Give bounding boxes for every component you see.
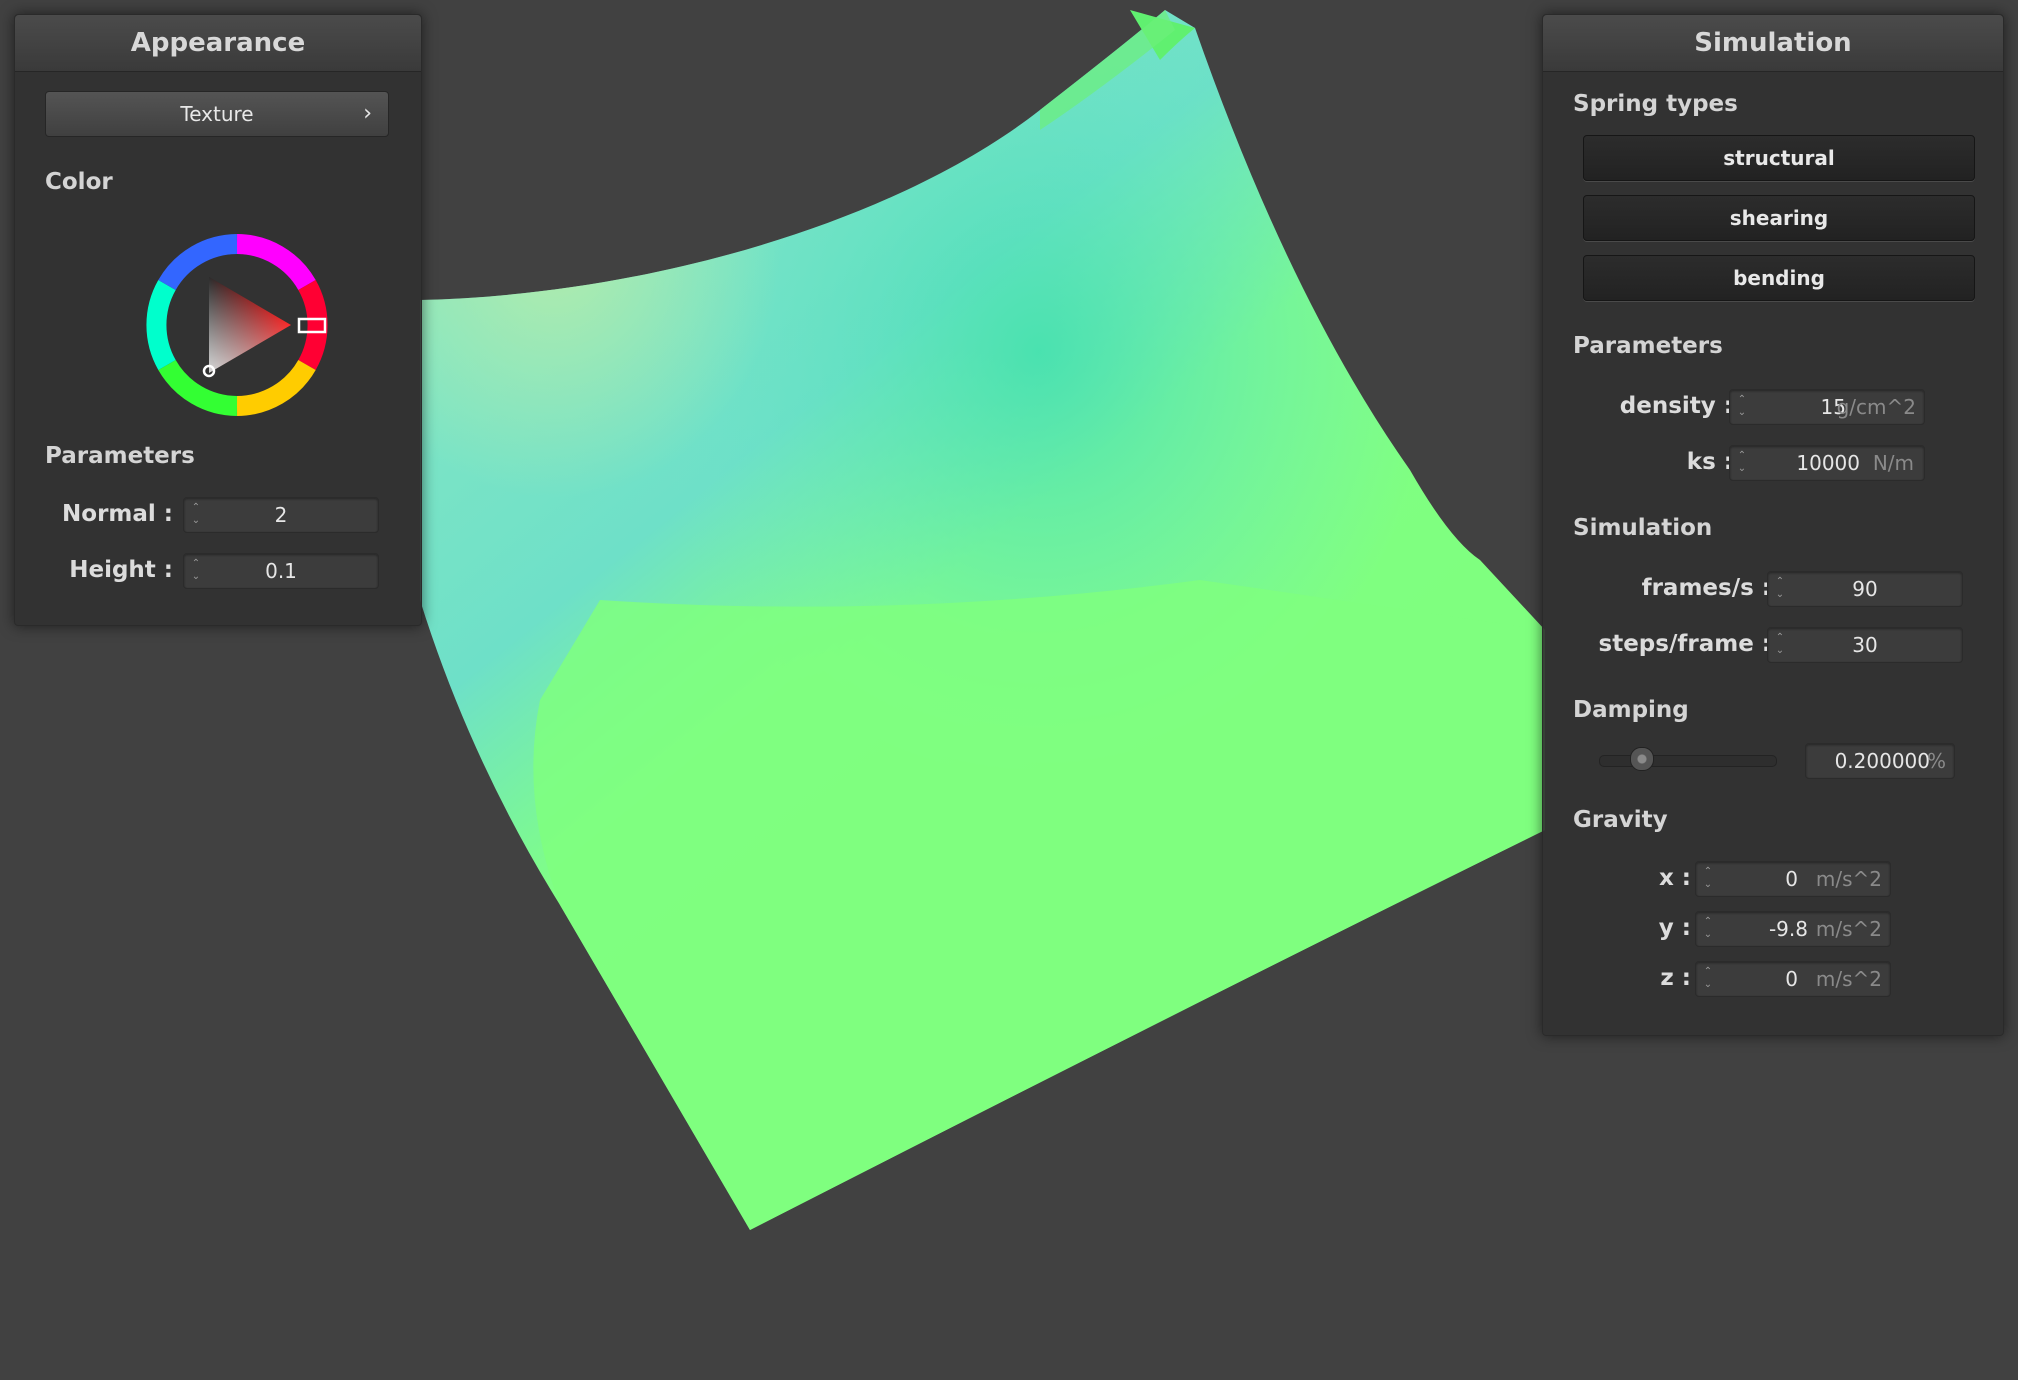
- bending-button[interactable]: bending: [1583, 255, 1975, 301]
- gravity-z-label: z :: [1660, 965, 1691, 991]
- simulation-panel: Simulation Spring types structural shear…: [1542, 14, 2004, 1036]
- ks-unit: N/m: [1872, 451, 1914, 475]
- height-value: 0.1: [265, 559, 297, 583]
- normal-label: Normal :: [62, 501, 173, 527]
- gravity-x-unit: m/s^2: [1815, 867, 1882, 891]
- appearance-panel: Appearance Texture › Color Parameters No…: [14, 14, 422, 626]
- spinner-arrows-icon[interactable]: ⌃ ⌄: [1736, 449, 1748, 477]
- gravity-y-unit: m/s^2: [1815, 917, 1882, 941]
- simulation-section-label: Simulation: [1573, 515, 1713, 541]
- density-unit: g/cm^2: [1836, 395, 1916, 419]
- structural-button[interactable]: structural: [1583, 135, 1975, 181]
- gravity-z-unit: m/s^2: [1815, 967, 1882, 991]
- texture-button-label: Texture: [180, 102, 254, 126]
- chevron-right-icon: ›: [363, 101, 372, 126]
- gravity-y-input[interactable]: ⌃ ⌄ -9.8 m/s^2: [1695, 911, 1891, 947]
- appearance-parameters-label: Parameters: [45, 443, 195, 469]
- color-section-label: Color: [45, 169, 113, 195]
- gravity-x-value: 0: [1785, 867, 1798, 891]
- gravity-x-input[interactable]: ⌃ ⌄ 0 m/s^2: [1695, 861, 1891, 897]
- ks-input[interactable]: ⌃ ⌄ 10000 N/m: [1729, 445, 1925, 481]
- texture-button[interactable]: Texture ›: [45, 91, 389, 137]
- steps-per-frame-label: steps/frame :: [1598, 631, 1771, 657]
- gravity-z-input[interactable]: ⌃ ⌄ 0 m/s^2: [1695, 961, 1891, 997]
- ks-label: ks :: [1686, 449, 1733, 475]
- damping-input[interactable]: 0.200000 %: [1805, 743, 1955, 779]
- spinner-arrows-icon[interactable]: ⌃ ⌄: [1702, 965, 1714, 993]
- appearance-panel-title[interactable]: Appearance: [15, 15, 421, 72]
- gravity-y-value: -9.8: [1768, 917, 1808, 941]
- shearing-button[interactable]: shearing: [1583, 195, 1975, 241]
- gravity-y-label: y :: [1658, 915, 1691, 941]
- spinner-arrows-icon[interactable]: ⌃ ⌄: [1702, 915, 1714, 943]
- simulation-panel-title[interactable]: Simulation: [1543, 15, 2003, 72]
- steps-per-frame-value: 30: [1852, 633, 1878, 657]
- damping-value: 0.200000: [1834, 749, 1930, 773]
- damping-unit: %: [1926, 749, 1946, 773]
- ks-value: 10000: [1796, 451, 1860, 475]
- normal-value: 2: [274, 503, 288, 527]
- gravity-label: Gravity: [1573, 807, 1668, 833]
- spring-types-label: Spring types: [1573, 91, 1738, 117]
- height-input[interactable]: ⌃ ⌄ 0.1: [183, 553, 379, 589]
- frames-per-second-value: 90: [1852, 577, 1878, 601]
- color-wheel[interactable]: [133, 221, 333, 421]
- damping-label: Damping: [1573, 697, 1689, 723]
- gravity-z-value: 0: [1785, 967, 1798, 991]
- damping-slider-handle[interactable]: [1629, 747, 1654, 771]
- density-input[interactable]: ⌃ ⌄ 15 g/cm^2: [1729, 389, 1925, 425]
- gravity-x-label: x :: [1658, 865, 1691, 891]
- frames-per-second-input[interactable]: ⌃ ⌄ 90: [1767, 571, 1963, 607]
- frames-per-second-label: frames/s :: [1641, 575, 1771, 601]
- normal-input[interactable]: ⌃ ⌄ 2: [183, 497, 379, 533]
- simulation-parameters-label: Parameters: [1573, 333, 1723, 359]
- steps-per-frame-input[interactable]: ⌃ ⌄ 30: [1767, 627, 1963, 663]
- spinner-arrows-icon[interactable]: ⌃ ⌄: [1702, 865, 1714, 893]
- spinner-arrows-icon[interactable]: ⌃ ⌄: [1736, 393, 1748, 421]
- damping-slider-track[interactable]: [1599, 755, 1777, 767]
- density-label: density :: [1619, 393, 1733, 419]
- height-label: Height :: [69, 557, 173, 583]
